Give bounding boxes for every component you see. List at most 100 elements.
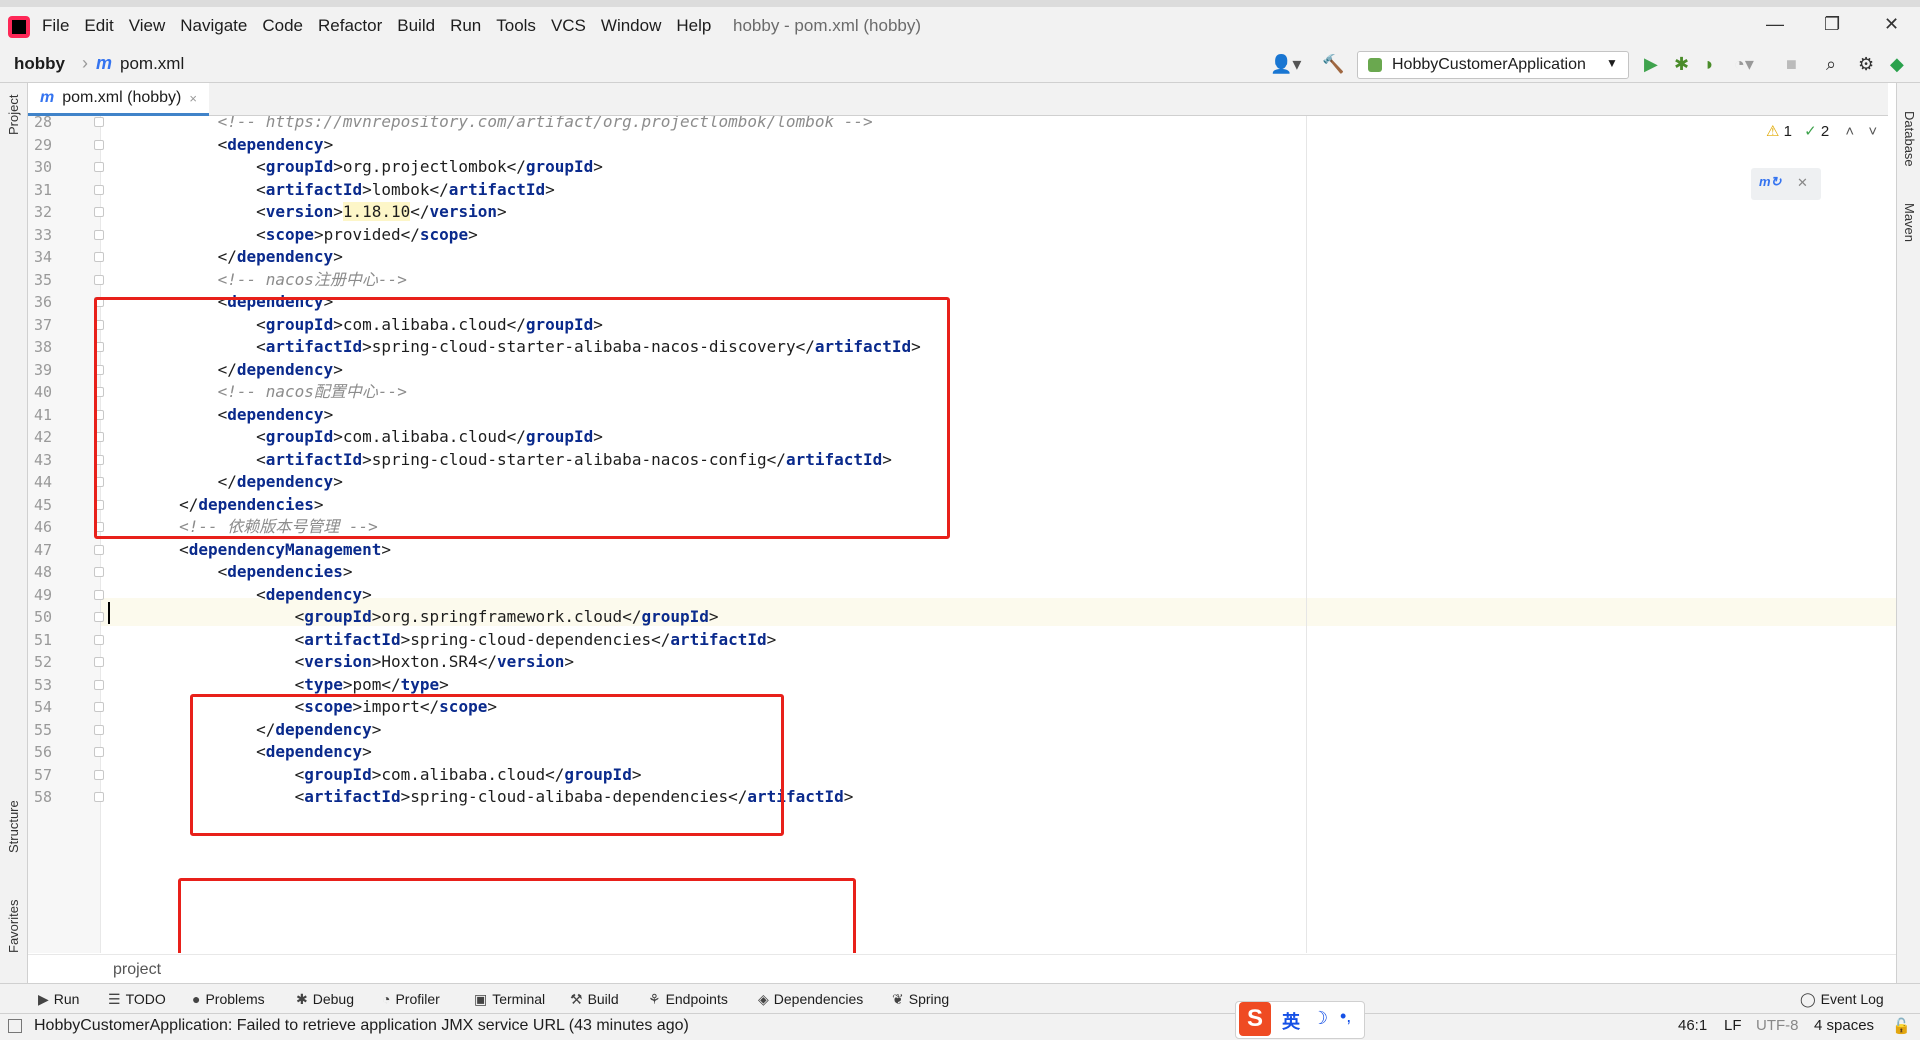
hammer-icon[interactable]: 🔨	[1322, 54, 1344, 75]
status-panel-icon[interactable]	[8, 1019, 22, 1033]
close-tab-icon[interactable]: ×	[189, 91, 197, 106]
punctuation-icon[interactable]: •,	[1340, 1006, 1351, 1027]
menu-tools[interactable]: Tools	[496, 16, 536, 36]
run-icon: ▶	[38, 991, 49, 1007]
menu-run[interactable]: Run	[450, 16, 481, 36]
tab-pom-xml[interactable]: m pom.xml (hobby) ×	[28, 83, 209, 116]
todo-label: TODO	[125, 991, 166, 1007]
lock-icon[interactable]: 🔓	[1892, 1017, 1911, 1035]
debug-icon: ✱	[296, 991, 308, 1007]
code-token: >	[468, 224, 478, 244]
hammer-icon: ⚒	[570, 991, 583, 1007]
xml-tag-name: artifactId	[670, 629, 767, 649]
user-icon[interactable]: 👤▾	[1270, 54, 1301, 75]
code-token: >	[333, 247, 343, 266]
xml-tag-name: dependency	[227, 134, 324, 154]
indent-setting[interactable]: 4 spaces	[1814, 1017, 1874, 1034]
search-icon[interactable]: ⌕	[1826, 54, 1836, 75]
todo-tool-button[interactable]: ☰ TODO	[108, 991, 166, 1008]
dependencies-icon: ◈	[758, 991, 769, 1007]
xml-tag-name: version	[496, 652, 565, 671]
ime-language[interactable]: 英	[1282, 1008, 1300, 1034]
menu-window[interactable]: Window	[601, 16, 661, 36]
code-token: >org.springframework.cloud</	[371, 607, 642, 626]
code-token: <	[102, 224, 266, 244]
code-token: >	[342, 562, 353, 581]
menu-navigate[interactable]: Navigate	[180, 16, 247, 36]
xml-tag-name: dependency	[236, 247, 334, 266]
chevron-up-icon[interactable]: ˄	[1845, 123, 1854, 140]
warning-count: 1	[1783, 123, 1792, 140]
profiler-label: Profiler	[395, 991, 440, 1007]
close-button[interactable]: ✕	[1884, 14, 1899, 35]
spring-tool-button[interactable]: ❦ Spring	[892, 991, 949, 1008]
code-token: <	[102, 134, 228, 154]
gear-icon[interactable]: ⚙	[1858, 54, 1874, 75]
problems-label: Problems	[205, 991, 265, 1007]
menu-build[interactable]: Build	[397, 16, 435, 36]
chevron-down-icon[interactable]: ˅	[1868, 123, 1877, 140]
code-token: </	[410, 202, 430, 221]
close-icon[interactable]: ✕	[1797, 175, 1808, 191]
menu-code[interactable]: Code	[262, 16, 303, 36]
coverage-icon[interactable]: ◗	[1704, 54, 1715, 75]
input-method-toolbar[interactable]: S 英 ☽ •,	[1235, 1001, 1365, 1039]
structure-tool-button[interactable]: Structure	[6, 800, 21, 853]
file-encoding[interactable]: UTF-8	[1756, 1017, 1799, 1034]
menu-edit[interactable]: Edit	[84, 16, 113, 36]
xml-tag-name: type	[400, 674, 440, 694]
terminal-label: Terminal	[492, 991, 546, 1007]
problems-tool-button[interactable]: ● Problems	[192, 991, 265, 1007]
run-configuration-select[interactable]: HobbyCustomerApplication ▼	[1357, 51, 1629, 79]
favorites-tool-button[interactable]: Favorites	[6, 900, 21, 953]
caret-position[interactable]: 46:1	[1678, 1017, 1707, 1034]
status-bar: HobbyCustomerApplication: Failed to retr…	[0, 1013, 1920, 1040]
plugin-icon[interactable]: ◆	[1890, 54, 1904, 75]
endpoints-tool-button[interactable]: ⚘ Endpoints	[648, 991, 728, 1008]
maven-reload-icon[interactable]: m↻	[1759, 174, 1781, 190]
profile-icon[interactable]: ◔▾	[1734, 54, 1754, 75]
minimize-button[interactable]: —	[1766, 14, 1784, 35]
debug-tool-button[interactable]: ✱ Debug	[296, 991, 354, 1008]
breadcrumb-project[interactable]: hobby	[14, 54, 65, 74]
menu-help[interactable]: Help	[676, 16, 711, 36]
xml-tag-name: groupId	[304, 607, 372, 626]
debug-label: Debug	[312, 991, 354, 1007]
code-token: >org.projectlombok</	[333, 157, 526, 176]
editor-breadcrumb[interactable]: project	[113, 961, 161, 979]
code-token: <	[102, 607, 305, 626]
stop-icon[interactable]: ■	[1786, 54, 1797, 75]
profiler-tool-button[interactable]: ◔ Profiler	[382, 991, 440, 1007]
dependencies-tool-button[interactable]: ◈ Dependencies	[758, 991, 863, 1008]
build-tool-button[interactable]: ⚒ Build	[570, 991, 619, 1008]
moon-icon[interactable]: ☽	[1312, 1008, 1328, 1029]
menu-vcs[interactable]: VCS	[551, 16, 586, 36]
run-tool-button[interactable]: ▶ Run	[38, 991, 79, 1008]
terminal-tool-button[interactable]: ▣ Terminal	[474, 991, 545, 1008]
xml-tag-name: groupId	[641, 607, 709, 626]
maven-tool-button[interactable]: Maven	[1902, 203, 1917, 242]
debug-icon[interactable]: ✱	[1674, 54, 1689, 75]
status-message[interactable]: HobbyCustomerApplication: Failed to retr…	[34, 1017, 689, 1035]
ok-count: 2	[1820, 123, 1830, 140]
run-icon[interactable]: ▶	[1644, 54, 1658, 75]
menu-view[interactable]: View	[129, 16, 166, 36]
database-tool-button[interactable]: Database	[1902, 111, 1917, 167]
code-editor[interactable]: 28 <!-- https://mvnrepository.com/artifa…	[28, 116, 1896, 953]
line-separator[interactable]: LF	[1724, 1017, 1742, 1034]
code-token: >	[333, 202, 343, 221]
restore-button[interactable]: ❐	[1824, 14, 1840, 35]
code-token: >	[545, 179, 555, 199]
menu-file[interactable]: File	[42, 16, 69, 36]
event-log-button[interactable]: ◯ Event Log	[1800, 991, 1884, 1008]
annotation-box-spring-cloud	[190, 694, 784, 836]
main-menu: File Edit View Navigate Code Refactor Bu…	[42, 16, 726, 36]
intellij-logo-icon	[8, 16, 30, 38]
menu-refactor[interactable]: Refactor	[318, 16, 382, 36]
project-tool-button[interactable]: Project	[6, 95, 21, 135]
inspection-widget[interactable]: ⚠ 1 ✓ 2 ˄ ˅	[1766, 122, 1877, 140]
code-token: >	[593, 157, 603, 176]
breadcrumb-file[interactable]: pom.xml	[120, 54, 184, 74]
xml-tag-name: dependencyManagement	[188, 539, 382, 559]
